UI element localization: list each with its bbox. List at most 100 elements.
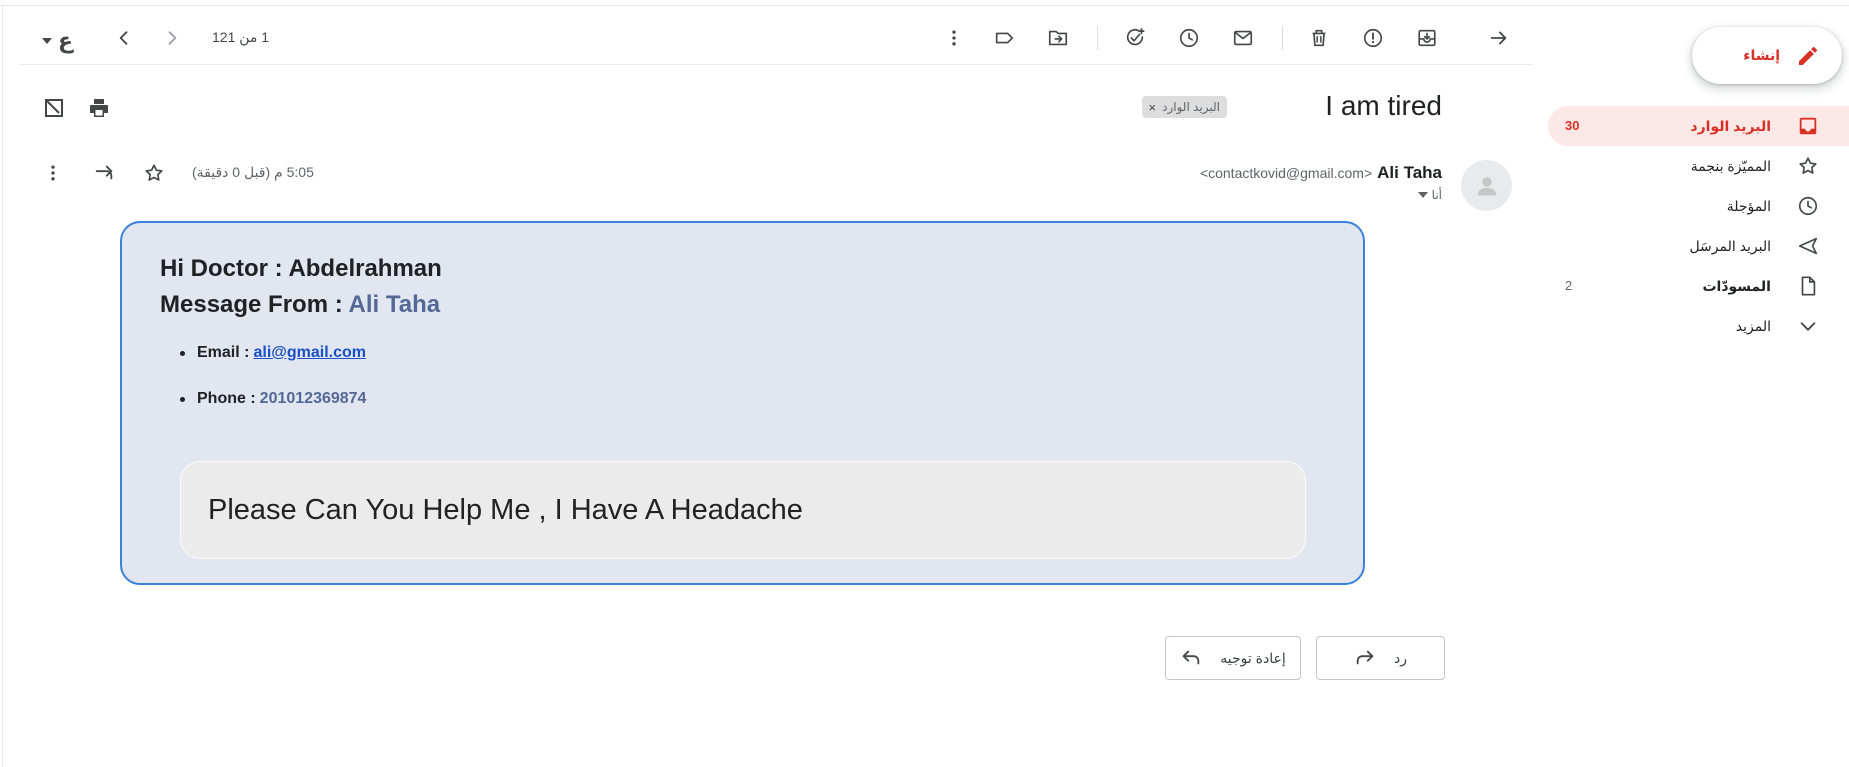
caret-down-icon bbox=[1417, 192, 1428, 198]
report-icon bbox=[1362, 27, 1384, 49]
sender-email: <contactkovid@gmail.com> bbox=[1199, 165, 1373, 181]
print-button[interactable] bbox=[83, 92, 115, 124]
sidebar-item-label: المؤجلة bbox=[1726, 198, 1771, 214]
print-icon bbox=[87, 96, 111, 120]
reply-label: رد bbox=[1394, 649, 1407, 666]
chevron-right-icon bbox=[162, 28, 182, 48]
label-chip-text: البريد الوارد bbox=[1162, 100, 1220, 114]
more-vert-icon bbox=[944, 28, 964, 48]
toolbar-divider bbox=[1282, 26, 1283, 50]
app-window: إنشاء البريد الوارد 30 المميّزة بنجمة ال… bbox=[0, 0, 1849, 767]
unread-count: 30 bbox=[1565, 118, 1580, 133]
avatar[interactable] bbox=[1461, 160, 1512, 211]
list-item-phone: Phone : 201012369874 bbox=[160, 390, 366, 436]
email-body-card: Hi Doctor : Abdelrahman Message From : A… bbox=[120, 221, 1365, 585]
more-vert-icon bbox=[43, 163, 63, 183]
mail-icon bbox=[1232, 27, 1254, 49]
star-icon bbox=[143, 162, 165, 184]
email-link[interactable]: ali@gmail.com bbox=[253, 344, 366, 362]
sidebar-item-sent[interactable]: البريد المرسَل bbox=[1548, 226, 1849, 266]
sender-name[interactable]: Ali Taha bbox=[1377, 163, 1442, 183]
older-button[interactable] bbox=[156, 22, 188, 54]
star-button[interactable] bbox=[138, 157, 170, 189]
sidebar-item-label: البريد الوارد bbox=[1690, 118, 1771, 134]
sidebar-item-inbox[interactable]: البريد الوارد 30 bbox=[1548, 106, 1849, 146]
pencil-icon bbox=[1796, 44, 1820, 68]
pager-text: 1 من 121 bbox=[212, 29, 270, 45]
email-timestamp: 5:05 م (قبل 0 دقيقة) bbox=[192, 164, 314, 180]
move-to-button[interactable] bbox=[1042, 22, 1074, 54]
send-icon bbox=[1797, 235, 1819, 257]
add-to-tasks-button[interactable] bbox=[1119, 22, 1151, 54]
toolbar-divider bbox=[1097, 26, 1098, 50]
person-icon bbox=[1473, 172, 1501, 200]
compose-button[interactable]: إنشاء bbox=[1692, 27, 1842, 84]
forward-label: إعادة توجيه bbox=[1220, 649, 1286, 666]
label-button[interactable] bbox=[988, 22, 1020, 54]
input-language-button[interactable]: ع bbox=[42, 28, 73, 54]
message-more-button[interactable] bbox=[37, 157, 69, 189]
draft-file-icon bbox=[1797, 275, 1819, 297]
open-new-window-icon bbox=[42, 96, 66, 120]
arrow-right-icon bbox=[1488, 27, 1510, 49]
sidebar-item-snoozed[interactable]: المؤجلة bbox=[1548, 186, 1849, 226]
left-border bbox=[2, 5, 3, 767]
forward-button[interactable]: إعادة توجيه bbox=[1165, 636, 1301, 680]
nav-list: البريد الوارد 30 المميّزة بنجمة المؤجلة bbox=[1548, 106, 1849, 346]
doctor-name: Abdelrahman bbox=[288, 255, 442, 282]
inbox-icon bbox=[1797, 115, 1819, 137]
email-toolbar: ع 1 من 121 bbox=[20, 14, 1533, 62]
sidebar-item-label: المزيد bbox=[1735, 318, 1771, 334]
caret-down-icon bbox=[42, 38, 52, 44]
phone-label: Phone : bbox=[197, 390, 256, 407]
inbox-label-chip[interactable]: × البريد الوارد bbox=[1141, 96, 1227, 118]
sidebar-item-label: البريد المرسَل bbox=[1689, 238, 1771, 254]
from-prefix: Message From : bbox=[160, 291, 349, 318]
phone-value: 201012369874 bbox=[259, 390, 367, 407]
open-in-new-window-button[interactable] bbox=[38, 92, 70, 124]
email-label: Email : bbox=[197, 344, 250, 361]
reply-arrow-icon bbox=[93, 162, 115, 184]
chevron-left-icon bbox=[114, 28, 134, 48]
toolbar-divider-line bbox=[20, 64, 1533, 65]
language-glyph: ع bbox=[58, 28, 74, 53]
forward-arrow-icon bbox=[1180, 647, 1202, 669]
message-box: Please Can You Help Me , I Have A Headac… bbox=[180, 461, 1306, 559]
from-heading: Message From : Ali Taha bbox=[160, 291, 440, 319]
archive-icon bbox=[1416, 27, 1438, 49]
back-button[interactable] bbox=[1483, 22, 1515, 54]
newer-button[interactable] bbox=[108, 22, 140, 54]
from-name: Ali Taha bbox=[348, 291, 441, 318]
greeting-heading: Hi Doctor : Abdelrahman bbox=[160, 255, 442, 283]
add-task-icon bbox=[1124, 27, 1146, 49]
reply-icon-button[interactable] bbox=[88, 157, 120, 189]
recipients-toggle[interactable]: أنا bbox=[1417, 188, 1442, 202]
mark-unread-button[interactable] bbox=[1227, 22, 1259, 54]
list-item-email: Email : ali@gmail.com bbox=[160, 344, 366, 390]
greeting-prefix: Hi Doctor : bbox=[160, 255, 289, 282]
message-text: Please Can You Help Me , I Have A Headac… bbox=[208, 493, 803, 526]
sender-line: <contactkovid@gmail.com> Ali Taha bbox=[1200, 163, 1442, 183]
sidebar-item-more[interactable]: المزيد bbox=[1548, 306, 1849, 346]
clock-icon bbox=[1178, 27, 1200, 49]
clock-icon bbox=[1797, 195, 1819, 217]
compose-label: إنشاء bbox=[1743, 47, 1780, 63]
report-spam-button[interactable] bbox=[1357, 22, 1389, 54]
more-options-button[interactable] bbox=[938, 22, 970, 54]
sidebar-item-label: المسودّات bbox=[1702, 278, 1771, 294]
contact-details-list: Email : ali@gmail.com Phone : 2010123698… bbox=[160, 344, 366, 436]
star-icon bbox=[1797, 155, 1819, 177]
label-icon bbox=[993, 27, 1015, 49]
remove-label-icon[interactable]: × bbox=[1149, 100, 1157, 115]
drafts-count: 2 bbox=[1565, 278, 1573, 293]
reply-arrow-icon bbox=[1354, 647, 1376, 669]
sidebar-item-starred[interactable]: المميّزة بنجمة bbox=[1548, 146, 1849, 186]
email-subject: I am tired bbox=[1325, 90, 1442, 121]
snooze-button[interactable] bbox=[1173, 22, 1205, 54]
delete-button[interactable] bbox=[1303, 22, 1335, 54]
sidebar: إنشاء البريد الوارد 30 المميّزة بنجمة ال… bbox=[1548, 0, 1849, 767]
archive-button[interactable] bbox=[1411, 22, 1443, 54]
sidebar-item-drafts[interactable]: المسودّات 2 bbox=[1548, 266, 1849, 306]
trash-icon bbox=[1308, 27, 1330, 49]
reply-button[interactable]: رد bbox=[1316, 636, 1445, 680]
